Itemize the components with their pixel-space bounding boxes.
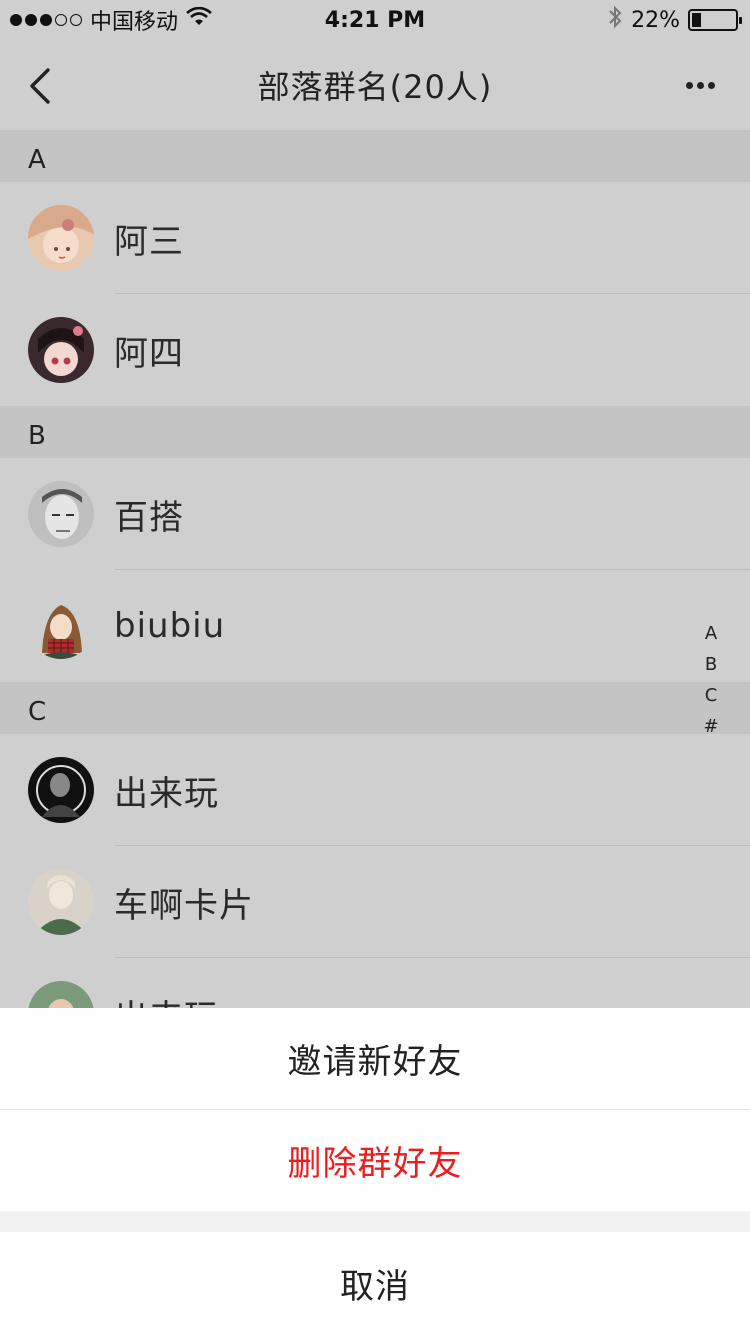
status-bar: 中国移动 4:21 PM 22% [0, 0, 750, 40]
member-row[interactable]: 阿三 [0, 182, 750, 294]
cancel-button[interactable]: 取消 [0, 1232, 750, 1334]
member-row[interactable]: 百搭 [0, 458, 750, 570]
section-header-c: C [0, 682, 750, 734]
ellipsis-icon [686, 81, 693, 89]
more-button[interactable] [686, 76, 720, 94]
invite-friend-button[interactable]: 邀请新好友 [0, 1008, 750, 1109]
member-name: biubiu [114, 606, 226, 646]
avatar [28, 317, 94, 383]
member-list: A 阿三 阿四 B 百搭 biubiu C 出来玩 车啊卡片 [0, 130, 750, 1070]
carrier-label: 中国移动 [90, 10, 179, 35]
action-sheet: 邀请新好友 删除群好友 取消 [0, 1008, 750, 1334]
status-right: 22% [607, 4, 742, 36]
alphabet-index[interactable]: A B C # [702, 618, 720, 742]
section-header-b: B [0, 406, 750, 458]
member-row[interactable]: 车啊卡片 [0, 846, 750, 958]
avatar [28, 593, 94, 659]
index-letter[interactable]: # [703, 711, 718, 742]
index-letter[interactable]: C [705, 680, 718, 711]
section-header-a: A [0, 130, 750, 182]
member-name: 出来玩 [114, 773, 219, 814]
avatar [28, 757, 94, 823]
signal-dots-icon [10, 14, 82, 26]
index-letter[interactable]: A [705, 618, 717, 649]
member-row[interactable]: 出来玩 [0, 734, 750, 846]
avatar [28, 869, 94, 935]
bluetooth-icon [607, 4, 623, 36]
battery-icon [688, 9, 742, 31]
page-title: 部落群名(20人) [257, 68, 493, 106]
member-name: 车啊卡片 [114, 885, 254, 926]
member-row[interactable]: 阿四 [0, 294, 750, 406]
member-name: 阿四 [114, 333, 184, 374]
wifi-icon [186, 6, 212, 33]
delete-member-button[interactable]: 删除群好友 [0, 1110, 750, 1211]
battery-fill [692, 13, 701, 27]
avatar [28, 481, 94, 547]
back-button[interactable] [22, 64, 62, 108]
chevron-left-icon [30, 68, 50, 104]
member-row[interactable]: biubiu [0, 570, 750, 682]
battery-percent: 22% [631, 7, 680, 33]
member-name: 阿三 [114, 221, 184, 262]
status-left: 中国移动 [10, 4, 212, 36]
index-letter[interactable]: B [705, 649, 717, 680]
nav-bar: 部落群名(20人) [0, 40, 750, 130]
member-name: 百搭 [114, 497, 184, 538]
avatar [28, 205, 94, 271]
